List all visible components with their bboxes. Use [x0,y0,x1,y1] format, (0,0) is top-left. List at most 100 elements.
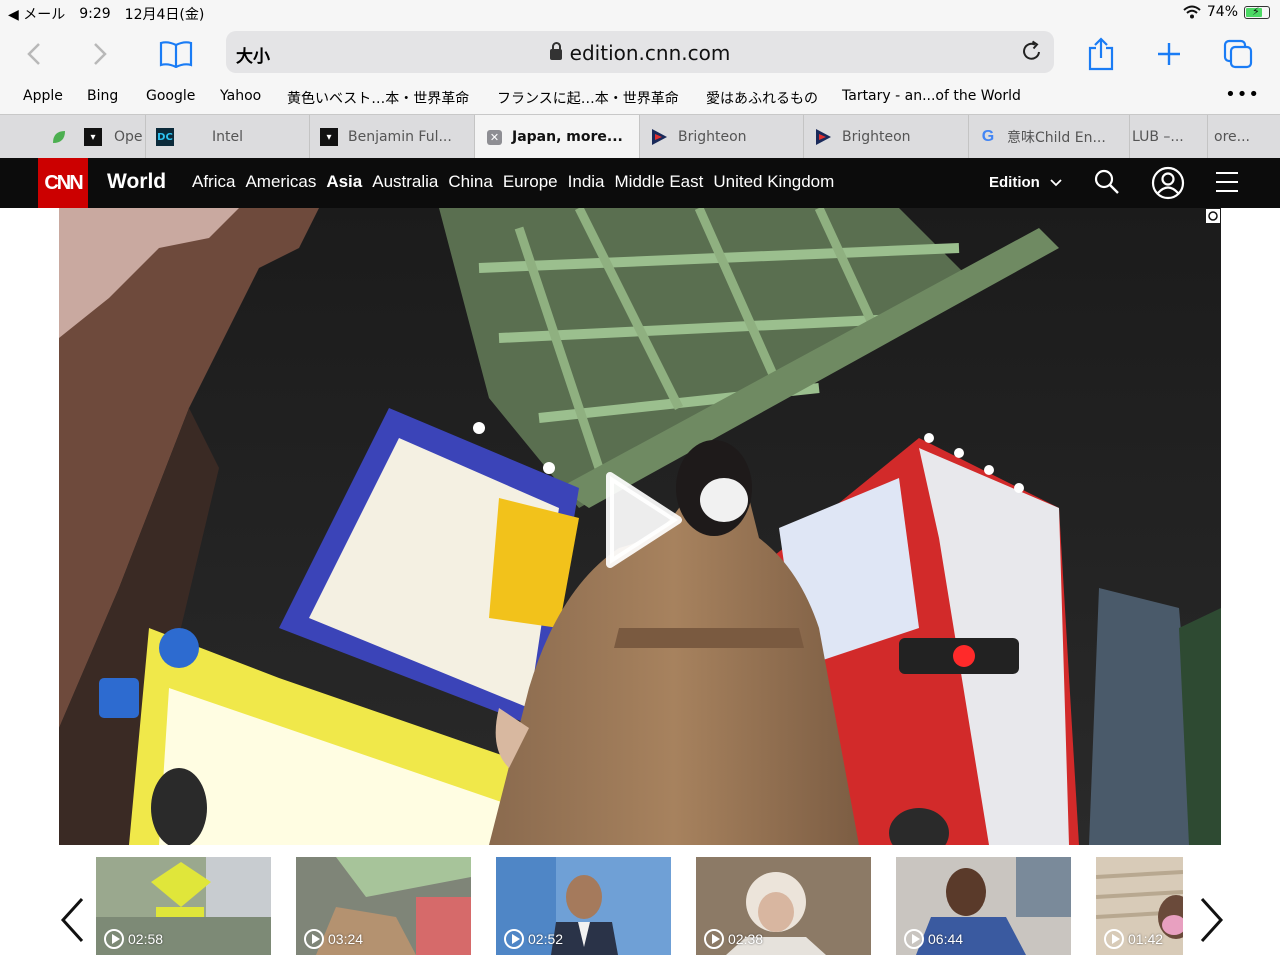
play-icon [606,472,682,568]
play-circle-icon [904,929,924,949]
bookmark-apple[interactable]: Apple [23,88,63,104]
bookmark-france[interactable]: フランスに起…本・世界革命 [497,88,679,108]
tab-bar: ▾ Ope DC Intel ▾ Benjamin Ful... ✕ Japan… [0,114,1280,159]
nav-americas[interactable]: Americas [245,172,316,192]
cnn-logo[interactable]: CNN [38,158,88,208]
tab-ope[interactable]: ▾ Ope [0,115,146,159]
tab-brighteon-2[interactable]: Brighteon [804,115,969,159]
battery-icon: ⚡ [1244,5,1270,19]
nav-europe[interactable]: Europe [503,172,558,192]
chevron-right-icon [94,43,107,65]
battery-percent: 74% [1206,4,1238,20]
reload-button[interactable] [1020,39,1044,67]
video-thumbnail[interactable]: 02:38 [696,857,871,955]
nav-united-kingdom[interactable]: United Kingdom [713,172,834,192]
google-icon: G [981,128,995,145]
status-time: 9:29 [79,6,111,22]
bookmark-yahoo[interactable]: Yahoo [220,88,261,104]
wifi-icon [1183,5,1201,19]
close-tab-icon[interactable]: ✕ [487,129,502,145]
bookmark-bing[interactable]: Bing [87,88,118,104]
play-circle-icon [304,929,324,949]
account-button[interactable] [1151,166,1185,200]
site-favicon-icon: ▾ [320,128,338,146]
duration-text: 03:24 [328,931,364,947]
menu-button[interactable] [1213,168,1243,198]
chevron-down-icon [1050,179,1062,187]
tab-overview-button[interactable] [1216,34,1260,74]
video-thumbnail[interactable]: 02:58 [96,857,271,955]
nav-australia[interactable]: Australia [372,172,438,192]
tab-brighteon-1[interactable]: Brighteon [640,115,804,159]
browser-toolbar: 大小 edition.cnn.com [0,26,1280,82]
dc-favicon-icon: DC [156,128,174,146]
tab-benjamin[interactable]: ▾ Benjamin Ful... [310,115,475,159]
user-icon [1151,166,1185,200]
reload-icon [1023,40,1040,60]
back-button[interactable] [14,34,54,74]
region-nav: Africa Americas Asia Australia China Eur… [192,172,834,192]
tabs-icon [1223,39,1253,69]
tab-label: 意味Child En... [1007,130,1106,146]
duration-badge: 06:44 [904,929,963,949]
status-bar: ◀ メール 9:29 12月4日(金) 74% ⚡ [0,0,1280,26]
tab-label: Brighteon [842,129,911,145]
site-favicon-icon: ▾ [84,128,102,146]
nav-china[interactable]: China [448,172,492,192]
bookmark-google[interactable]: Google [146,88,195,104]
play-circle-icon [104,929,124,949]
play-circle-icon [1104,929,1124,949]
search-icon [1094,169,1119,194]
video-player[interactable] [59,208,1221,845]
nav-india[interactable]: India [568,172,605,192]
bookmark-love[interactable]: 愛はあふれるもの [706,88,818,108]
url-display[interactable]: edition.cnn.com [226,41,1054,65]
address-bar[interactable]: 大小 edition.cnn.com [226,31,1054,73]
forward-button[interactable] [80,34,120,74]
video-thumbnail[interactable]: 02:52 [496,857,671,955]
carousel-prev-button[interactable] [58,897,88,950]
tab-google[interactable]: G 意味Child En... [969,115,1130,159]
status-date: 12月4日(金) [124,7,205,23]
duration-text: 02:58 [128,931,164,947]
tab-label: Japan, more... [512,129,623,145]
video-thumbnail[interactable]: 03:24 [296,857,471,955]
video-thumbnail[interactable]: 01:42 [1096,857,1183,955]
play-circle-icon [504,929,524,949]
chevron-left-icon [60,897,84,943]
bookmarks-bar: Apple Bing Google Yahoo 黄色いベスト…本・世界革命 フラ… [0,82,1280,114]
new-tab-button[interactable] [1147,34,1191,74]
ad-choices-icon[interactable] [1206,208,1220,223]
tab-club[interactable]: LUB –... [1130,115,1208,159]
back-to-app-link[interactable]: ◀ メール [8,4,65,24]
duration-text: 06:44 [928,931,964,947]
bookmarks-button[interactable] [154,34,198,74]
duration-text: 01:42 [1128,931,1164,947]
chevron-left-icon [27,43,40,65]
play-button[interactable] [602,470,682,570]
nav-asia[interactable]: Asia [326,172,362,192]
tab-intel[interactable]: DC Intel [146,115,310,159]
hamburger-menu-icon [1216,172,1238,192]
tab-label: Benjamin Ful... [348,129,452,145]
edition-dropdown[interactable]: Edition [989,174,1062,191]
nav-middle-east[interactable]: Middle East [615,172,704,192]
nav-africa[interactable]: Africa [192,172,235,192]
duration-badge: 02:38 [704,929,763,949]
tab-japan-active[interactable]: ✕ Japan, more... [475,115,640,159]
share-button[interactable] [1079,34,1123,74]
lock-icon [549,42,562,60]
search-button[interactable] [1093,168,1123,198]
bookmark-yellow-vest[interactable]: 黄色いベスト…本・世界革命 [287,88,469,108]
tab-label: ore... [1214,129,1250,145]
tab-more[interactable]: ore... [1208,115,1280,159]
section-title[interactable]: World [107,170,166,194]
carousel-next-button[interactable] [1196,897,1226,950]
duration-badge: 03:24 [304,929,363,949]
more-bookmarks-button[interactable]: ••• [1225,84,1260,105]
bookmark-tartary[interactable]: Tartary - an...of the World [842,88,1021,104]
edition-label: Edition [989,174,1040,191]
duration-badge: 02:58 [104,929,163,949]
video-thumbnail[interactable]: 06:44 [896,857,1071,955]
video-carousel: 02:58 03:24 02:52 02:38 06:44 01:42 [0,845,1280,960]
